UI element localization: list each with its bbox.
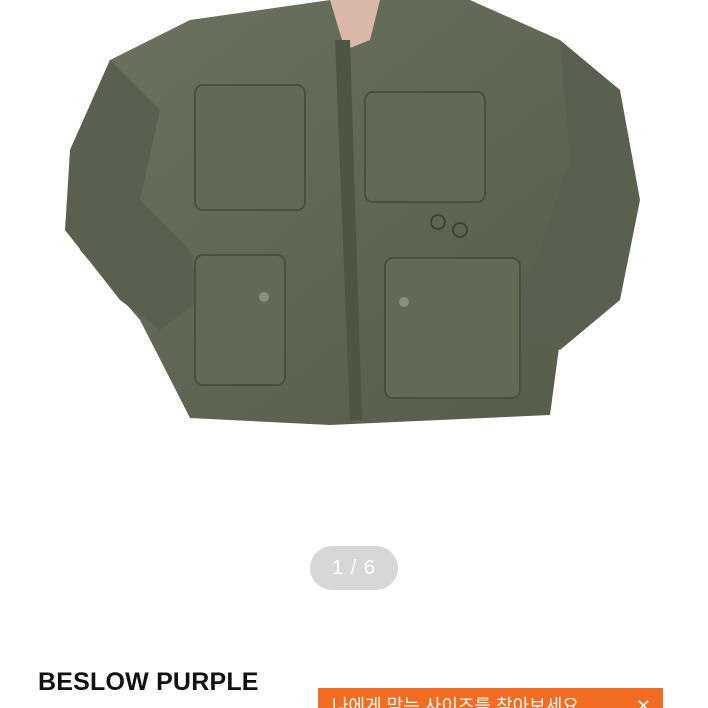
product-brand-title[interactable]: BESLOW PURPLE — [38, 668, 259, 697]
close-icon[interactable]: ✕ — [636, 688, 651, 708]
product-detail-page: 1 / 6 BESLOW PURPLE 나에게 맞는 사이즈를 찾아보세요 ✕ — [0, 0, 708, 708]
size-finder-banner-text: 나에게 맞는 사이즈를 찾아보세요 — [332, 696, 579, 708]
jacket-photo — [65, 0, 640, 425]
product-image-carousel[interactable] — [0, 0, 708, 520]
image-pager-badge: 1 / 6 — [310, 546, 398, 590]
size-finder-banner[interactable]: 나에게 맞는 사이즈를 찾아보세요 ✕ — [318, 688, 663, 708]
